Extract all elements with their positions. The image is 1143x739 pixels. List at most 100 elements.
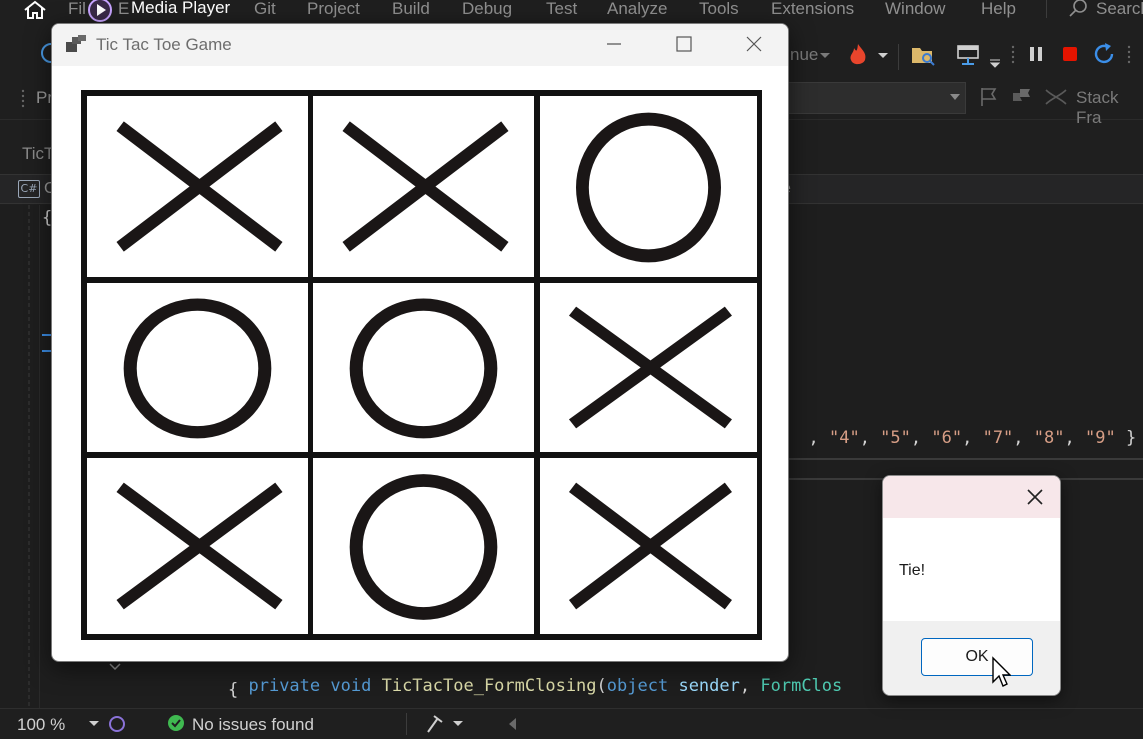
menu-project[interactable]: Project xyxy=(307,0,360,19)
menu-separator xyxy=(1046,0,1047,18)
continue-button-fragment[interactable]: nue xyxy=(790,45,818,65)
code-type: FormClos xyxy=(760,676,843,696)
code-keyword: object xyxy=(606,676,669,696)
code-string: "8" xyxy=(1033,428,1065,448)
message-box-titlebar[interactable] xyxy=(883,476,1060,518)
code-keyword: private xyxy=(248,676,321,696)
stack-frame-label: Stack Fra xyxy=(1076,88,1119,127)
menu-test[interactable]: Test xyxy=(546,0,577,19)
board-cell-2-1[interactable] xyxy=(313,458,534,634)
app-icon xyxy=(66,35,86,52)
stop-icon[interactable] xyxy=(1060,44,1080,64)
code-string: "9" xyxy=(1084,428,1116,448)
minimize-icon[interactable] xyxy=(579,24,649,66)
board-cell-1-1[interactable] xyxy=(313,283,534,452)
search-icon[interactable] xyxy=(1068,0,1088,18)
code-token: , xyxy=(808,428,829,448)
tic-tac-toe-window: Tic Tac Toe Game xyxy=(51,23,789,662)
close-icon[interactable] xyxy=(1017,482,1053,512)
status-separator xyxy=(406,713,407,735)
scroll-left-icon[interactable] xyxy=(506,716,518,732)
game-titlebar[interactable]: Tic Tac Toe Game xyxy=(52,24,788,66)
flag-threads-icon[interactable] xyxy=(1010,86,1034,108)
menu-analyze[interactable]: Analyze xyxy=(607,0,667,19)
o-mark-icon xyxy=(349,298,498,439)
tab-tictactoe[interactable]: TicT xyxy=(22,144,54,164)
flag-icon[interactable] xyxy=(978,86,1000,108)
collapse-chevron-icon[interactable] xyxy=(108,662,122,672)
menu-build[interactable]: Build xyxy=(392,0,430,19)
menu-extensions[interactable]: Extensions xyxy=(771,0,854,19)
board-cell-2-0[interactable] xyxy=(87,458,308,634)
board-cell-0-0[interactable] xyxy=(87,96,308,277)
window-title: Tic Tac Toe Game xyxy=(96,35,232,54)
issues-status[interactable]: No issues found xyxy=(192,715,314,735)
code-token: } xyxy=(1115,428,1137,448)
menu-help[interactable]: Help xyxy=(981,0,1016,19)
code-token: , xyxy=(859,428,881,448)
windows-list-icon[interactable] xyxy=(956,43,982,67)
code-brace-open: { xyxy=(228,680,239,700)
indent-guide xyxy=(28,205,30,708)
maximize-icon[interactable] xyxy=(649,24,719,66)
menu-git[interactable]: Git xyxy=(254,0,276,19)
x-mark-icon xyxy=(342,121,509,252)
dropdown-chevron-down-icon[interactable] xyxy=(950,94,960,100)
csharp-file-icon: C# xyxy=(18,180,40,198)
zoom-chevron-down-icon[interactable] xyxy=(88,720,100,728)
board-cell-1-0[interactable] xyxy=(87,283,308,452)
folder-search-icon[interactable] xyxy=(910,43,936,67)
media-player-label: Media Player xyxy=(131,0,231,17)
toolbar-grip-icon xyxy=(1011,45,1015,64)
message-box: Tie! OK xyxy=(882,475,1061,696)
pause-icon[interactable] xyxy=(1026,44,1046,64)
menu-tools[interactable]: Tools xyxy=(699,0,739,19)
toolbar-separator xyxy=(898,44,899,70)
menu-window[interactable]: Window xyxy=(885,0,945,19)
code-parameter: sender xyxy=(678,676,740,696)
check-circle-icon xyxy=(168,715,184,731)
menu-file[interactable]: Fil xyxy=(68,0,86,19)
code-cleanup-icon[interactable] xyxy=(424,712,448,734)
board-cell-2-2[interactable] xyxy=(540,458,757,634)
code-string: "7" xyxy=(982,428,1014,448)
continue-chevron-down-icon[interactable] xyxy=(820,52,830,60)
hot-reload-chevron-down-icon[interactable] xyxy=(878,52,888,60)
code-token: , xyxy=(1064,428,1085,448)
x-mark-icon xyxy=(568,306,732,429)
x-mark-icon xyxy=(116,482,283,610)
game-board xyxy=(81,90,762,640)
windows-chevron-down-icon[interactable] xyxy=(990,58,1000,68)
board-cell-1-2[interactable] xyxy=(540,283,757,452)
ok-button[interactable]: OK xyxy=(921,638,1033,676)
restart-icon[interactable] xyxy=(1093,41,1117,67)
o-mark-icon xyxy=(123,298,272,439)
menu-bar: Fil E Media Player Git Project Build Deb… xyxy=(0,0,1143,24)
menu-edit[interactable]: E xyxy=(118,0,129,19)
toolbar-grip-icon xyxy=(1127,45,1131,64)
mouse-cursor-icon xyxy=(992,656,1011,687)
code-token: , xyxy=(962,428,983,448)
zoom-level[interactable]: 100 % xyxy=(17,715,65,735)
home-icon[interactable] xyxy=(22,0,48,20)
search-label[interactable]: Search xyxy=(1096,0,1143,19)
hot-reload-icon[interactable] xyxy=(846,42,870,68)
code-token: , xyxy=(739,676,751,696)
cleanup-chevron-down-icon[interactable] xyxy=(452,720,464,728)
close-icon[interactable] xyxy=(719,24,789,66)
menu-debug[interactable]: Debug xyxy=(462,0,512,19)
stack-frame-dropdown[interactable] xyxy=(788,82,966,114)
media-player-icon[interactable] xyxy=(87,0,113,23)
toolbar-grip-icon xyxy=(21,89,25,108)
board-cell-0-1[interactable] xyxy=(313,96,534,277)
code-keyword: void xyxy=(330,676,372,696)
code-token: , xyxy=(910,428,932,448)
code-string: "4" xyxy=(828,428,860,448)
o-mark-icon xyxy=(349,474,498,620)
string-array-line: , "4", "5", "6", "7", "8", "9" } xyxy=(788,408,1136,448)
code-string: "5" xyxy=(880,428,911,448)
filter-threads-icon[interactable] xyxy=(1044,88,1068,106)
x-mark-icon xyxy=(568,482,732,610)
board-cell-0-2[interactable] xyxy=(540,96,757,277)
copilot-icon[interactable] xyxy=(108,714,126,734)
